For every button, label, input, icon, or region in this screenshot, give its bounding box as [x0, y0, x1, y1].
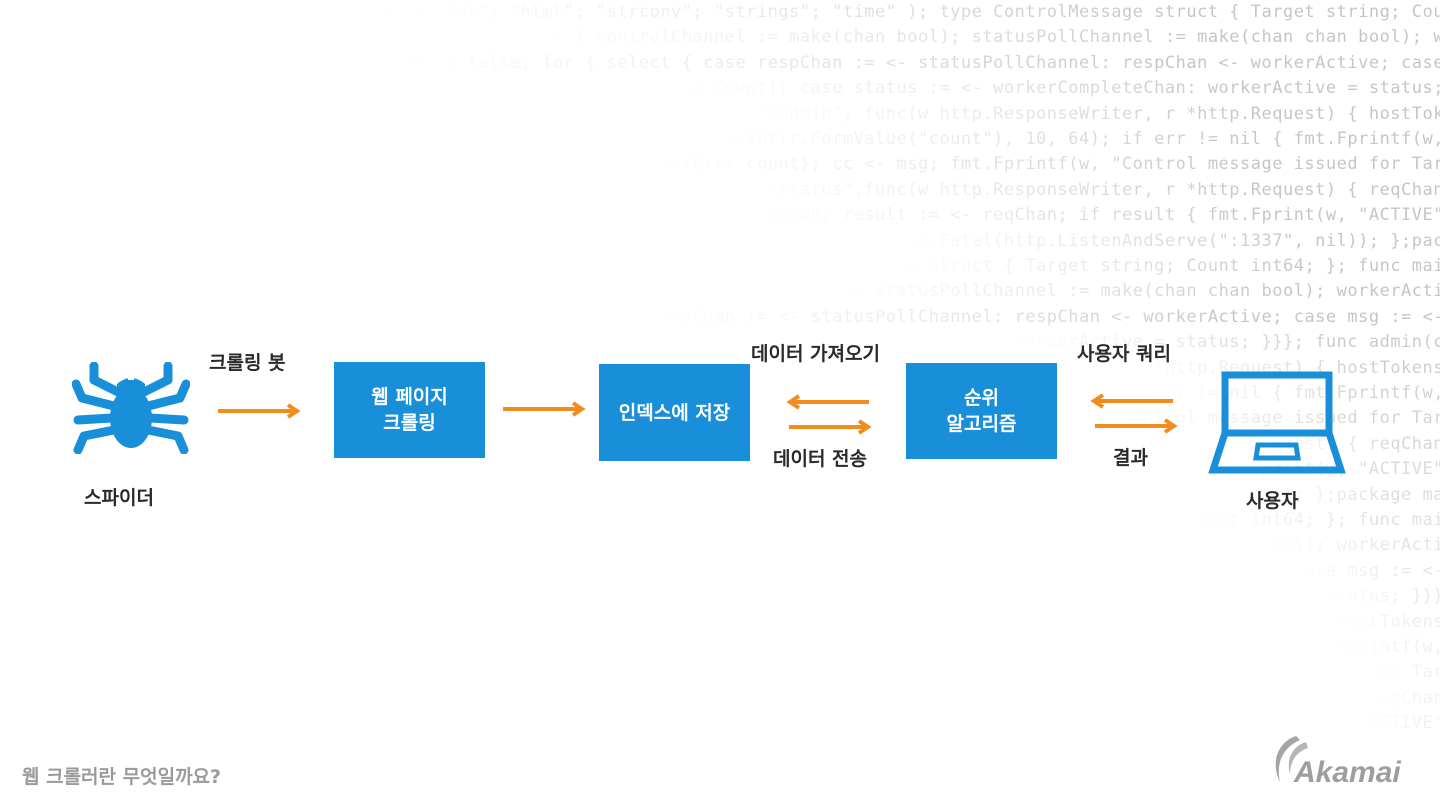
background-code-line: for Tar — [1368, 662, 1440, 683]
arrow-index-to-rank — [789, 419, 872, 435]
spider-label: 스파이더 — [84, 487, 154, 509]
background-code-line: Count int64; }; func mai — [1186, 510, 1440, 530]
background-code-line: tive := false; for { select { case respC… — [381, 52, 1440, 73]
background-code-line: hostTokens — [1336, 611, 1440, 632]
send-data-label: 데이터 전송 — [773, 448, 868, 470]
background-code-line: ge struct { Target string; Count int64; … — [896, 256, 1440, 276]
background-code-line: bool); workerActi — [1261, 535, 1440, 556]
background-code-line: Fprintf(w, — [1336, 637, 1440, 657]
user-label: 사용자 — [1246, 490, 1299, 512]
fetch-data-label: 데이터 가져오기 — [751, 343, 880, 365]
laptop-icon — [1208, 371, 1346, 474]
result-label: 결과 — [1113, 447, 1148, 469]
akamai-wave-icon: Akamai — [1275, 736, 1401, 789]
background-code-line: rt ( "fmt"; "html"; "strconv"; "strings"… — [381, 2, 1440, 22]
background-code-line: n() { controlChannel := make(chan bool);… — [531, 27, 1440, 48]
akamai-logo: Akamai — [1268, 730, 1418, 794]
background-code-line: l); statusPollChannel := make(chan chan … — [832, 281, 1440, 302]
arrow-spider-to-crawl — [218, 403, 301, 419]
arrow-rank-to-index — [786, 394, 869, 410]
background-code-line: c("/status",func(w http.ResponseWriter, … — [735, 179, 1440, 200]
background-code-line: ountErr: count}; cc <- msg; fmt.Fprintf(… — [649, 154, 1440, 175]
background-code-line: case msg := <- — [1293, 560, 1440, 581]
ranking-algorithm-box: 순위 알고리즘 — [906, 363, 1057, 459]
crawl-web-pages-box: 웹 페이지 크롤링 — [334, 362, 485, 458]
background-code-line: reqChan — [1368, 687, 1440, 708]
background-code-line: eqChan; result := <- reqChan; if result … — [756, 205, 1440, 226]
background-code-line: status; }}} — [1325, 586, 1440, 607]
user-query-label: 사용자 쿼리 — [1077, 343, 1172, 365]
footer-title: 웹 크롤러란 무엇일까요? — [22, 766, 222, 788]
background-code-line: e("/admin", func(w http.ResponseWriter, … — [735, 103, 1440, 124]
background-code-line: rseInt(r.FormValue("count"), 10, 64); if… — [714, 129, 1440, 149]
arrow-rank-to-user — [1095, 418, 1178, 434]
crawl-bot-label: 크롤링 봇 — [209, 352, 286, 374]
background-code-line: msg.Count); case status := <- workerComp… — [671, 78, 1440, 99]
spider-icon — [72, 362, 190, 454]
background-code-line: respChan := <- statusPollChannel: respCh… — [649, 306, 1440, 327]
arrow-crawl-to-index — [503, 401, 586, 417]
store-in-index-box: 인덱스에 저장 — [599, 364, 750, 461]
arrow-user-to-rank — [1090, 393, 1173, 409]
background-code-line: log.Fatal(http.ListenAndServe(":1337", n… — [896, 230, 1440, 251]
svg-text:Akamai: Akamai — [1293, 756, 1401, 789]
